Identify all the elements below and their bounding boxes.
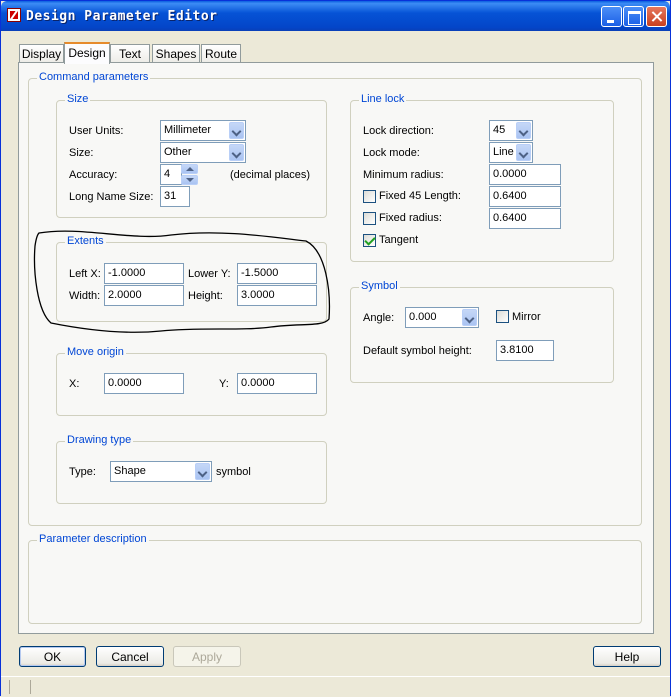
lock-direction-select[interactable]: 45 — [489, 120, 533, 141]
origin-y-input[interactable]: 0.0000 — [237, 373, 317, 394]
drawing-type-select[interactable]: Shape — [110, 461, 212, 482]
accuracy-label: Accuracy: — [69, 169, 118, 181]
mirror-checkbox[interactable] — [496, 310, 509, 323]
fixed-radius-label: Fixed radius: — [379, 212, 442, 224]
accuracy-input[interactable]: 4 — [160, 164, 182, 185]
spin-up-icon[interactable] — [181, 164, 198, 174]
mirror-label: Mirror — [512, 311, 541, 323]
parameter-description-label: Parameter description — [37, 533, 149, 545]
tangent-checkbox[interactable] — [363, 234, 376, 247]
accuracy-stepper[interactable] — [181, 164, 198, 185]
lock-direction-value: 45 — [493, 124, 506, 136]
default-symbol-height-label: Default symbol height: — [363, 345, 472, 357]
left-x-input[interactable]: -1.0000 — [104, 263, 184, 284]
chevron-down-icon[interactable] — [462, 309, 477, 326]
fixed-radius-input[interactable]: 0.6400 — [489, 208, 561, 229]
size-group-label: Size — [65, 93, 91, 105]
user-units-select[interactable]: Millimeter — [160, 120, 246, 141]
origin-y-label: Y: — [219, 378, 229, 390]
width-label: Width: — [69, 290, 101, 302]
chevron-down-icon[interactable] — [195, 463, 210, 480]
user-units-label: User Units: — [69, 125, 124, 137]
accuracy-suffix: (decimal places) — [230, 169, 311, 181]
minimum-radius-label: Minimum radius: — [363, 169, 444, 181]
size-label: Size: — [69, 147, 94, 159]
size-select[interactable]: Other — [160, 142, 246, 163]
chevron-down-icon[interactable] — [229, 144, 244, 161]
tab-shapes[interactable]: Shapes — [152, 44, 200, 63]
type-label: Type: — [69, 466, 96, 478]
tab-route[interactable]: Route — [201, 44, 241, 63]
chevron-down-icon[interactable] — [516, 144, 531, 161]
window-title: Design Parameter Editor — [26, 9, 218, 24]
fixed-radius-checkbox[interactable] — [363, 212, 376, 225]
ok-button[interactable]: OK — [19, 646, 86, 667]
fixed-45-length-input[interactable]: 0.6400 — [489, 186, 561, 207]
line-lock-group-label: Line lock — [359, 93, 407, 105]
tangent-label: Tangent — [379, 234, 419, 246]
tab-design[interactable]: Design — [64, 42, 110, 64]
size-value: Other — [164, 146, 192, 158]
close-button[interactable] — [646, 6, 667, 27]
height-label: Height: — [188, 290, 223, 302]
command-parameters-label: Command parameters — [37, 71, 151, 83]
cancel-button[interactable]: Cancel — [96, 646, 164, 667]
left-x-label: Left X: — [69, 268, 101, 280]
maximize-button[interactable] — [623, 6, 644, 27]
origin-x-label: X: — [69, 378, 80, 390]
extents-group-label: Extents — [65, 235, 106, 247]
chevron-down-icon[interactable] — [229, 122, 244, 139]
lower-y-input[interactable]: -1.5000 — [237, 263, 317, 284]
angle-value: 0.000 — [409, 311, 437, 323]
help-button[interactable]: Help — [593, 646, 661, 667]
chevron-down-icon[interactable] — [516, 122, 531, 139]
tab-display[interactable]: Display — [19, 44, 64, 63]
lock-direction-label: Lock direction: — [363, 125, 434, 137]
drawing-type-value: Shape — [114, 465, 146, 477]
type-suffix: symbol — [216, 466, 251, 478]
fixed-45-length-checkbox[interactable] — [363, 190, 376, 203]
tab-text[interactable]: Text — [110, 44, 150, 63]
origin-x-input[interactable]: 0.0000 — [104, 373, 184, 394]
lock-mode-select[interactable]: Line — [489, 142, 533, 163]
angle-select[interactable]: 0.000 — [405, 307, 479, 328]
height-input[interactable]: 3.0000 — [237, 285, 317, 306]
width-input[interactable]: 2.0000 — [104, 285, 184, 306]
symbol-group: Symbol — [350, 280, 614, 383]
lock-mode-label: Lock mode: — [363, 147, 420, 159]
fixed-45-length-label: Fixed 45 Length: — [379, 190, 461, 202]
default-symbol-height-input[interactable]: 3.8100 — [496, 340, 554, 361]
minimum-radius-input[interactable]: 0.0000 — [489, 164, 561, 185]
drawing-type-group-label: Drawing type — [65, 434, 134, 446]
symbol-group-label: Symbol — [359, 280, 400, 292]
design-parameter-editor-window: Design Parameter Editor Display Design T… — [0, 0, 671, 696]
long-name-size-label: Long Name Size: — [69, 191, 154, 203]
title-bar[interactable]: Design Parameter Editor — [1, 1, 670, 31]
parameter-description-group: Parameter description — [28, 533, 642, 624]
long-name-size-input[interactable]: 31 — [160, 186, 190, 207]
minimize-button[interactable] — [601, 6, 622, 27]
move-origin-group-label: Move origin — [65, 346, 126, 358]
lower-y-label: Lower Y: — [188, 268, 231, 280]
angle-label: Angle: — [363, 312, 395, 324]
status-pane — [9, 680, 31, 694]
app-icon — [7, 8, 21, 22]
user-units-value: Millimeter — [164, 124, 212, 136]
apply-button[interactable]: Apply — [173, 646, 241, 667]
lock-mode-value: Line — [493, 146, 514, 158]
spin-down-icon[interactable] — [181, 175, 198, 185]
status-bar — [1, 676, 670, 696]
